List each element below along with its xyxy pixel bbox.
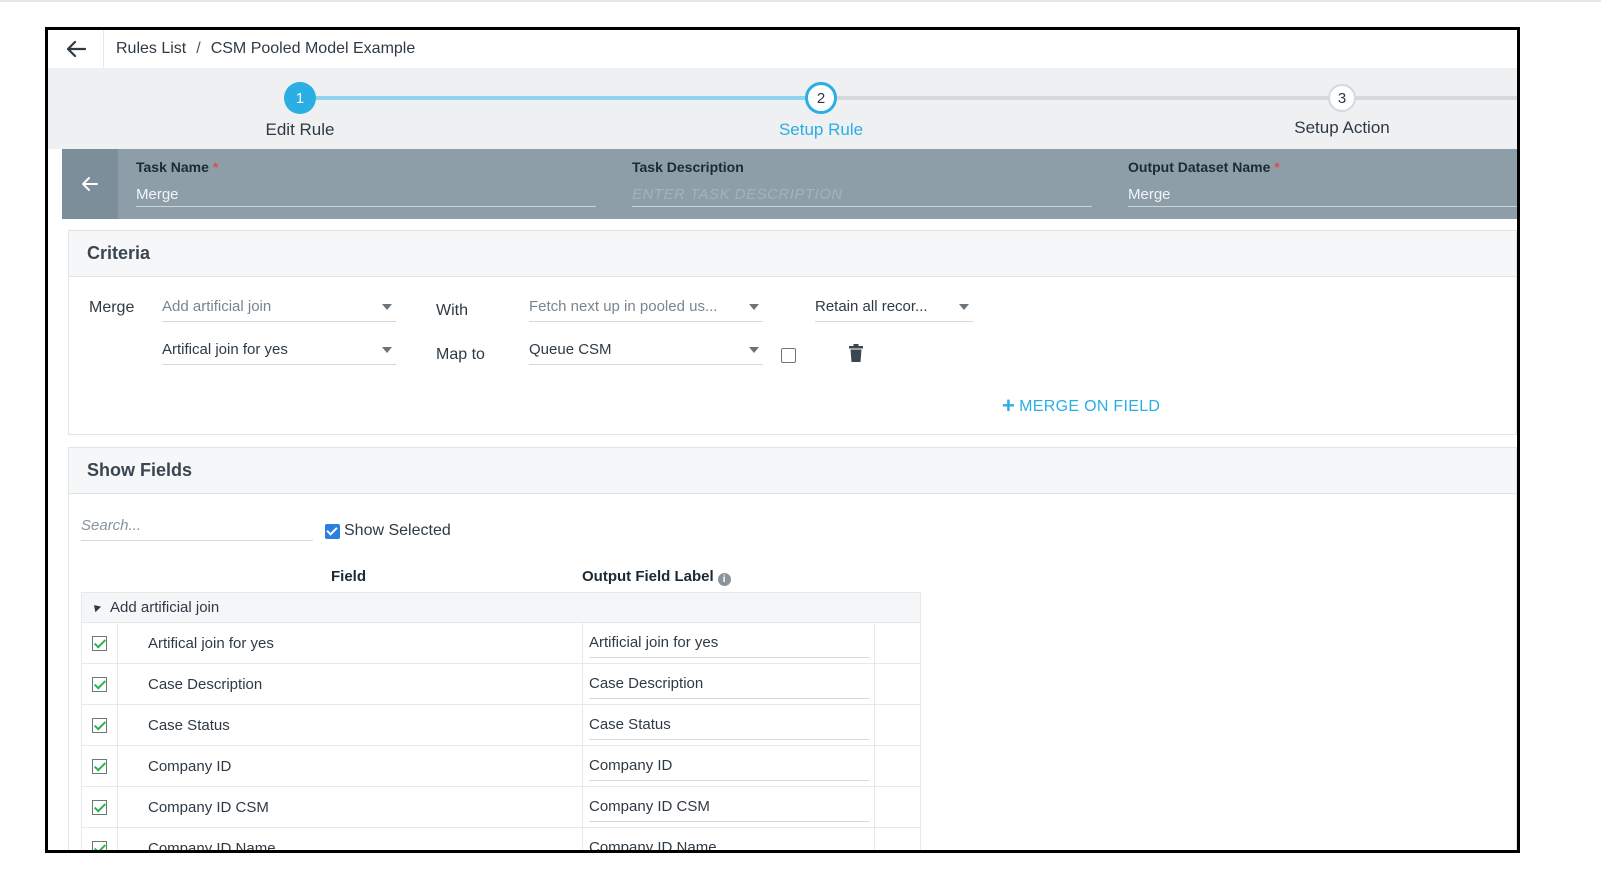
field-name: Company ID Name (118, 828, 583, 850)
back-button[interactable] (48, 30, 104, 68)
row-checkbox[interactable] (92, 840, 107, 850)
table-row: Case Status (81, 705, 921, 746)
step-2-label: Setup Rule (778, 120, 864, 139)
output-label-input[interactable] (589, 833, 869, 850)
with-label: With (436, 302, 468, 319)
table-row: Company ID (81, 746, 921, 787)
chevron-down-icon (749, 303, 759, 310)
merge-on-field-label: MERGE ON FIELD (1019, 398, 1161, 415)
task-description-input[interactable] (632, 183, 1092, 207)
task-name-label: Task Name * (136, 159, 219, 175)
left-dataset-dropdown[interactable]: Add artificial join (162, 292, 396, 322)
right-dataset-value: Fetch next up in pooled us... (529, 298, 718, 315)
plus-icon: + (1002, 393, 1016, 418)
row-checkbox[interactable] (92, 676, 107, 692)
group-row-add-artificial-join[interactable]: Add artificial join (81, 592, 921, 623)
task-name-group: Task Name * (136, 159, 596, 207)
merge-on-field-button[interactable]: + MERGE ON FIELD (1002, 393, 1160, 419)
stepper: 1 Edit Rule 2 Setup Rule 3 Setup Action (48, 68, 1517, 149)
chevron-down-icon (749, 346, 759, 353)
show-selected-checkbox[interactable] (325, 523, 340, 539)
collapse-triangle-icon[interactable] (91, 601, 102, 612)
field-name: Case Description (118, 664, 583, 704)
left-field-dropdown[interactable]: Artifical join for yes (162, 335, 396, 365)
step-1-label: Edit Rule (265, 120, 335, 139)
task-back-button[interactable] (62, 149, 118, 219)
column-header-output-label: Output Field Label i (582, 568, 731, 586)
field-name: Company ID CSM (118, 787, 583, 827)
right-dataset-dropdown[interactable]: Fetch next up in pooled us... (529, 292, 763, 322)
fields-rows: Artifical join for yes Case Description … (81, 623, 921, 850)
breadcrumb-rules-list[interactable]: Rules List (116, 40, 186, 58)
left-dataset-value: Add artificial join (162, 298, 272, 315)
field-name: Artifical join for yes (118, 623, 583, 663)
output-dataset-label: Output Dataset Name * (1128, 159, 1280, 175)
breadcrumb-separator: / (196, 40, 201, 57)
map-to-label: Map to (436, 346, 485, 363)
breadcrumb: Rules List / CSM Pooled Model Example (48, 30, 1517, 68)
top-divider (0, 0, 1601, 2)
table-row: Artifical join for yes (81, 623, 921, 664)
output-dataset-input[interactable] (1128, 183, 1517, 207)
join-type-dropdown[interactable]: Retain all recor... (815, 292, 973, 322)
chevron-down-icon (382, 346, 392, 353)
criteria-title: Criteria (69, 231, 1516, 277)
show-fields-title: Show Fields (69, 448, 1516, 494)
output-label-input[interactable] (589, 669, 869, 699)
show-selected-toggle[interactable]: Show Selected (325, 522, 451, 540)
column-header-field: Field (331, 568, 367, 585)
join-type-value: Retain all recor... (815, 298, 928, 315)
step-edit-rule[interactable]: 1 Edit Rule (220, 82, 380, 140)
step-2-circle: 2 (805, 82, 837, 114)
show-fields-panel: Show Fields Show Selected Field Output F… (68, 447, 1517, 850)
output-label-input[interactable] (589, 628, 869, 658)
right-field-value: Queue CSM (529, 341, 612, 358)
row-checkbox[interactable] (92, 758, 107, 774)
row-checkbox[interactable] (92, 799, 107, 815)
search-input[interactable] (81, 511, 313, 541)
app-window: Rules List / CSM Pooled Model Example 1 … (45, 27, 1520, 853)
table-row: Company ID Name (81, 828, 921, 850)
field-name: Case Status (118, 705, 583, 745)
info-icon[interactable]: i (717, 573, 731, 586)
step-setup-action[interactable]: 3 Setup Action (1262, 82, 1422, 138)
output-label-input[interactable] (589, 751, 869, 781)
arrow-left-icon (66, 41, 86, 57)
arrow-left-icon (82, 177, 98, 191)
step-setup-rule[interactable]: 2 Setup Rule (741, 82, 901, 140)
merge-label: Merge (89, 299, 135, 316)
row-checkbox[interactable] (92, 717, 107, 733)
step-1-circle: 1 (284, 82, 316, 114)
task-header: Task Name * Task Description Output Data… (62, 149, 1517, 219)
left-field-value: Artifical join for yes (162, 341, 288, 358)
chevron-down-icon (959, 303, 969, 310)
table-row: Company ID CSM (81, 787, 921, 828)
chevron-down-icon (382, 303, 392, 310)
task-name-input[interactable] (136, 183, 596, 207)
field-name: Company ID (118, 746, 583, 786)
step-3-circle: 3 (1328, 84, 1356, 112)
right-field-dropdown[interactable]: Queue CSM (529, 335, 763, 365)
trash-icon[interactable] (849, 344, 863, 362)
breadcrumb-current: CSM Pooled Model Example (210, 40, 416, 57)
task-description-group: Task Description (632, 159, 1092, 207)
output-dataset-group: Output Dataset Name * (1128, 159, 1517, 207)
step-3-label: Setup Action (1294, 118, 1390, 137)
case-sensitive-checkbox[interactable] (781, 348, 796, 363)
output-label-input[interactable] (589, 710, 869, 740)
output-label-input[interactable] (589, 792, 869, 822)
group-row-label: Add artificial join (110, 599, 220, 616)
task-description-label: Task Description (632, 159, 744, 175)
table-row: Case Description (81, 664, 921, 705)
show-selected-label: Show Selected (344, 522, 451, 539)
row-checkbox[interactable] (92, 635, 107, 651)
criteria-panel: Criteria Merge Add artificial join With … (68, 230, 1517, 435)
